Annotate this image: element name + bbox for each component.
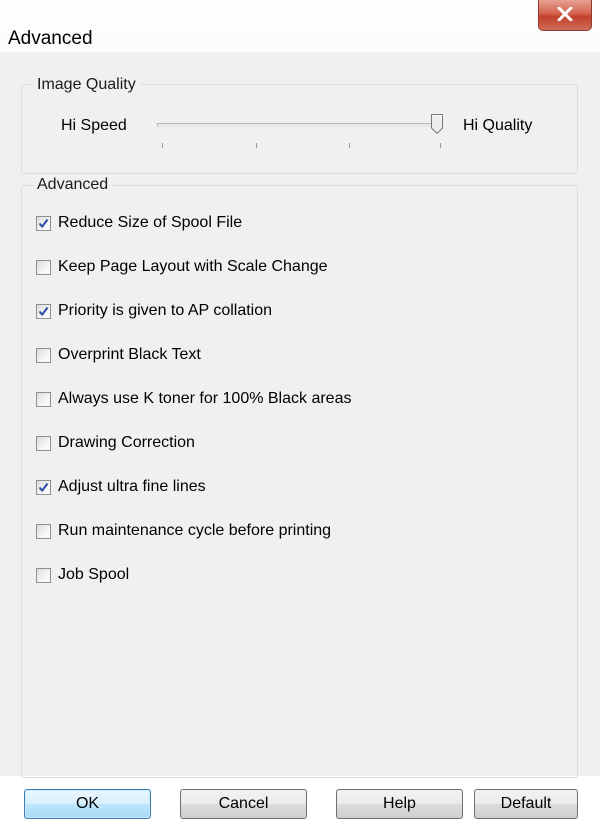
option-checkbox[interactable] <box>36 435 51 451</box>
slider-tick <box>162 143 163 148</box>
checkmark-icon <box>38 306 49 316</box>
close-button[interactable] <box>538 0 592 31</box>
option-label: Job Spool <box>58 566 130 583</box>
option-label: Reduce Size of Spool File <box>58 214 243 231</box>
option-checkbox[interactable] <box>36 259 51 275</box>
option-checkbox[interactable] <box>36 215 51 231</box>
close-icon <box>557 7 573 21</box>
advanced-group-label: Advanced <box>33 176 113 194</box>
option-checkbox[interactable] <box>36 391 51 407</box>
option-label: Keep Page Layout with Scale Change <box>58 258 328 275</box>
option-row[interactable]: Overprint Black Text <box>36 344 201 366</box>
help-button[interactable]: Help <box>336 789 463 819</box>
checkmark-icon <box>38 482 49 492</box>
option-row[interactable]: Job Spool <box>36 564 129 586</box>
option-row[interactable]: Drawing Correction <box>36 432 195 454</box>
option-row[interactable]: Reduce Size of Spool File <box>36 212 242 234</box>
slider-tick <box>349 143 350 148</box>
option-checkbox[interactable] <box>36 479 51 495</box>
option-checkbox[interactable] <box>36 303 51 319</box>
dialog-body: Image Quality Hi Speed Hi Quality Advanc… <box>0 52 600 819</box>
option-label: Run maintenance cycle before printing <box>58 522 332 539</box>
slider-tick <box>256 143 257 148</box>
window-title: Advanced <box>8 28 93 49</box>
slider-tick <box>440 143 441 148</box>
quality-slider-thumb[interactable] <box>431 114 443 134</box>
quality-slider-track[interactable] <box>157 123 437 127</box>
option-row[interactable]: Run maintenance cycle before printing <box>36 520 331 542</box>
option-checkbox[interactable] <box>36 523 51 539</box>
option-label: Adjust ultra fine lines <box>58 478 206 495</box>
cancel-button[interactable]: Cancel <box>180 789 307 819</box>
option-label: Priority is given to AP collation <box>58 302 273 319</box>
option-label: Overprint Black Text <box>58 346 201 363</box>
option-row[interactable]: Priority is given to AP collation <box>36 300 272 322</box>
option-label: Always use K toner for 100% Black areas <box>58 390 352 407</box>
hi-quality-label: Hi Quality <box>463 117 533 134</box>
image-quality-group-label: Image Quality <box>33 76 140 94</box>
option-row[interactable]: Always use K toner for 100% Black areas <box>36 388 351 410</box>
option-row[interactable]: Adjust ultra fine lines <box>36 476 206 498</box>
option-row[interactable]: Keep Page Layout with Scale Change <box>36 256 328 278</box>
option-checkbox[interactable] <box>36 567 51 583</box>
ok-button[interactable]: OK <box>24 789 151 819</box>
option-checkbox[interactable] <box>36 347 51 363</box>
checkmark-icon <box>38 218 49 228</box>
default-button[interactable]: Default <box>474 789 578 819</box>
option-label: Drawing Correction <box>58 434 195 451</box>
hi-speed-label: Hi Speed <box>61 117 127 134</box>
